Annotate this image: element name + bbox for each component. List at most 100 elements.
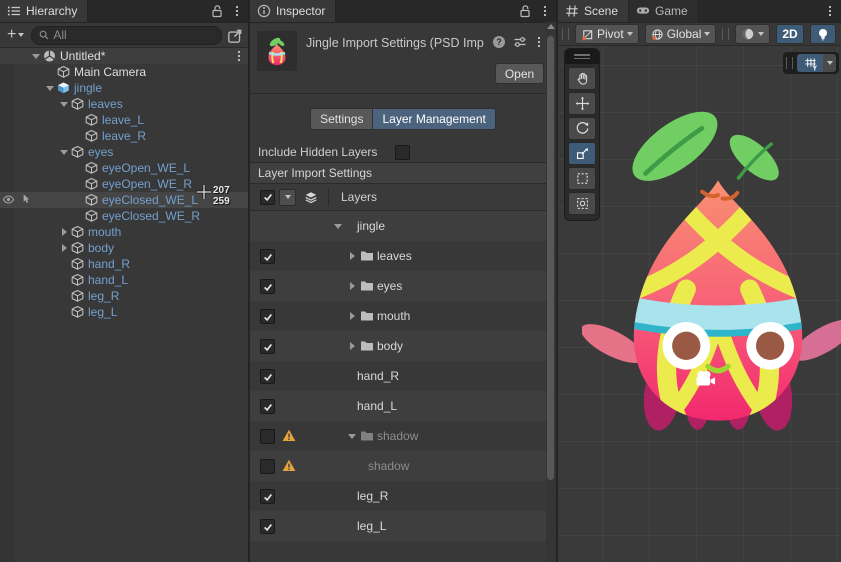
cube-icon	[84, 113, 99, 127]
jingle-character[interactable]	[582, 101, 841, 441]
hierarchy-item-jingle[interactable]: jingle	[0, 80, 248, 96]
tab-inspector[interactable]: Inspector	[250, 0, 336, 22]
toolbar-drag-handle[interactable]	[722, 28, 729, 40]
tools-drag-handle[interactable]	[565, 49, 599, 64]
hand-tool-button[interactable]	[568, 67, 596, 90]
lighting-toggle[interactable]	[810, 24, 836, 44]
hierarchy-item-eyeclosed_we_l[interactable]: eyeClosed_WE_L	[0, 192, 248, 208]
global-dropdown[interactable]: Global	[645, 24, 717, 44]
pivot-dropdown[interactable]: Pivot	[575, 24, 639, 44]
hierarchy-item-leg_r[interactable]: leg_R	[0, 288, 248, 304]
kebab-menu-icon[interactable]	[234, 49, 244, 63]
layer-checkbox[interactable]	[260, 489, 275, 504]
layer-row-leaves[interactable]: leaves	[250, 241, 556, 271]
hierarchy-item-body[interactable]: body	[0, 240, 248, 256]
scroll-up-arrow[interactable]	[547, 24, 555, 29]
add-object-button[interactable]: +	[4, 27, 27, 43]
expander-icon[interactable]	[346, 428, 358, 444]
svg-text:?: ?	[496, 37, 502, 47]
hierarchy-item-leave_l[interactable]: leave_L	[0, 112, 248, 128]
layer-checkbox[interactable]	[260, 249, 275, 264]
warning-icon	[282, 429, 296, 442]
grid-visibility-toggle[interactable]: Y	[797, 54, 823, 72]
tab-hierarchy[interactable]: Hierarchy	[0, 0, 88, 22]
toolbar-drag-handle[interactable]	[786, 57, 793, 69]
open-button[interactable]: Open	[495, 63, 544, 84]
layer-row-eyes[interactable]: eyes	[250, 271, 556, 301]
tab-game[interactable]: Game	[629, 0, 699, 22]
tab-settings[interactable]: Settings	[310, 108, 373, 130]
expander-icon[interactable]	[332, 218, 344, 234]
hierarchy-item-mouth[interactable]: mouth	[0, 224, 248, 240]
expander-icon[interactable]	[44, 80, 56, 96]
kebab-menu-icon[interactable]	[232, 4, 242, 18]
kebab-menu-icon[interactable]	[825, 4, 835, 18]
layer-checkbox[interactable]	[260, 429, 275, 444]
inspector-scrollbar[interactable]	[546, 22, 556, 562]
hierarchy-item-eyes[interactable]: eyes	[0, 144, 248, 160]
hierarchy-item-eyeopen_we_l[interactable]: eyeOpen_WE_L	[0, 160, 248, 176]
kebab-menu-icon[interactable]	[540, 4, 550, 18]
hierarchy-item-leaves[interactable]: leaves	[0, 96, 248, 112]
hierarchy-item-hand_r[interactable]: hand_R	[0, 256, 248, 272]
layer-checkbox[interactable]	[260, 279, 275, 294]
grid-options-dropdown[interactable]	[823, 54, 836, 72]
layer-checkbox[interactable]	[260, 309, 275, 324]
tab-layer-management[interactable]: Layer Management	[373, 108, 495, 130]
lock-icon[interactable]	[210, 4, 224, 18]
expander-icon[interactable]	[58, 240, 70, 256]
hierarchy-item-leave_r[interactable]: leave_R	[0, 128, 248, 144]
hierarchy-item-eyeopen_we_r[interactable]: eyeOpen_WE_R	[0, 176, 248, 192]
hierarchy-item-main-camera[interactable]: Main Camera	[0, 64, 248, 80]
shading-mode-dropdown[interactable]	[735, 24, 770, 44]
kebab-menu-icon[interactable]	[534, 35, 544, 49]
hierarchy-item-label: eyeOpen_WE_L	[102, 161, 190, 175]
layer-checkbox[interactable]	[260, 459, 275, 474]
expander-icon[interactable]	[346, 308, 358, 324]
hierarchy-item-label: hand_R	[88, 257, 130, 271]
scene-viewport[interactable]: Y	[558, 46, 841, 562]
layer-row-body[interactable]: body	[250, 331, 556, 361]
layer-checkbox[interactable]	[260, 369, 275, 384]
expander-icon[interactable]	[346, 248, 358, 264]
layer-checkbox[interactable]	[260, 519, 275, 534]
import-settings-tabs: Settings Layer Management	[250, 108, 556, 130]
layer-checkbox[interactable]	[260, 339, 275, 354]
hierarchy-tab-label: Hierarchy	[26, 4, 77, 18]
hierarchy-item-untitled-[interactable]: Untitled*	[0, 48, 248, 64]
expander-icon[interactable]	[346, 278, 358, 294]
select-all-checkbox[interactable]	[260, 190, 275, 205]
layer-row-shadow-child[interactable]: shadow	[250, 451, 556, 481]
expander-icon[interactable]	[58, 224, 70, 240]
scene-visibility-eye-icon[interactable]	[2, 193, 15, 206]
hierarchy-search-input[interactable]: All	[31, 26, 222, 45]
expander-icon[interactable]	[58, 144, 70, 160]
layer-row-hand_r[interactable]: hand_R	[250, 361, 556, 391]
help-icon[interactable]: ?	[492, 35, 506, 49]
include-hidden-layers-checkbox[interactable]	[395, 145, 410, 160]
hierarchy-item-label: eyeClosed_WE_R	[102, 209, 200, 223]
layer-row-mouth[interactable]: mouth	[250, 301, 556, 331]
layer-row-leg_l[interactable]: leg_L	[250, 511, 556, 541]
layer-row-hand_l[interactable]: hand_L	[250, 391, 556, 421]
expander-icon[interactable]	[58, 96, 70, 112]
hierarchy-item-leg_l[interactable]: leg_L	[0, 304, 248, 320]
layer-row-jingle[interactable]: jingle	[250, 211, 556, 241]
layer-checkbox[interactable]	[260, 399, 275, 414]
expander-icon[interactable]	[30, 48, 42, 64]
popout-window-icon[interactable]	[226, 27, 244, 43]
layer-row-shadow[interactable]: shadow	[250, 421, 556, 451]
hierarchy-item-eyeclosed_we_r[interactable]: eyeClosed_WE_R	[0, 208, 248, 224]
scrollbar-thumb[interactable]	[547, 36, 554, 480]
lock-icon[interactable]	[518, 4, 532, 18]
toolbar-drag-handle[interactable]	[562, 28, 569, 40]
camera-gizmo-icon[interactable]	[694, 370, 717, 387]
checkbox-dropdown[interactable]	[279, 189, 296, 206]
scene-picking-icon[interactable]	[19, 193, 32, 206]
presets-icon[interactable]	[513, 35, 527, 49]
tab-scene[interactable]: Scene	[558, 0, 629, 22]
2d-mode-toggle[interactable]: 2D	[776, 24, 803, 44]
layer-row-leg_r[interactable]: leg_R	[250, 481, 556, 511]
expander-icon[interactable]	[346, 338, 358, 354]
hierarchy-item-hand_l[interactable]: hand_L	[0, 272, 248, 288]
